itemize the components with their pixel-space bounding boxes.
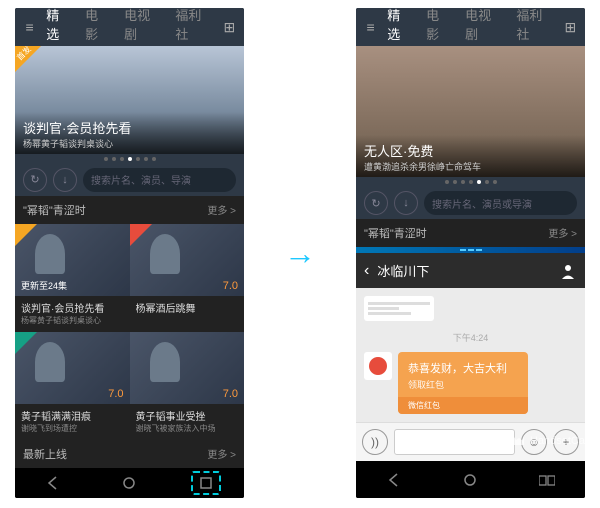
toolbar: ↻ ↓ 搜索片名、演员、导演 bbox=[15, 164, 244, 196]
menu-icon[interactable]: ≡ bbox=[360, 19, 381, 35]
chat-timestamp: 下午4:24 bbox=[364, 331, 577, 344]
tab-featured[interactable]: 精选 bbox=[46, 8, 71, 49]
home-button[interactable] bbox=[455, 468, 485, 492]
video-card[interactable]: 7.0 杨幂酒后跳舞 bbox=[130, 224, 245, 332]
card-title: 谈判官·会员抢先看 bbox=[21, 300, 124, 315]
message-row: 恭喜发财，大吉大利 领取红包 微信红包 bbox=[364, 352, 577, 414]
hero-subtitle: 杨幂黄子韬谈判桌谈心 bbox=[23, 137, 236, 150]
link-card[interactable] bbox=[364, 296, 434, 321]
more-link[interactable]: 更多 > bbox=[548, 225, 577, 241]
section-title: "幂韬"青涩时 bbox=[364, 225, 427, 241]
episode-label: 更新至24集 bbox=[21, 279, 67, 292]
chat-body[interactable]: 下午4:24 恭喜发财，大吉大利 领取红包 微信红包 bbox=[356, 288, 585, 422]
section-header-latest: 最新上线 更多 > bbox=[15, 440, 244, 468]
history-icon[interactable]: ↻ bbox=[23, 168, 47, 192]
hero-title: 谈判官·会员抢先看 bbox=[23, 118, 236, 137]
voice-icon[interactable]: )) bbox=[362, 429, 388, 455]
rating-label: 7.0 bbox=[223, 280, 238, 292]
card-title: 黄子韬满满泪痕 bbox=[21, 408, 124, 423]
phone-left: ≡ 精选 电影 电视剧 福利社 ⊞ 首发 谈判官·会员抢先看 杨幂黄子韬谈判桌谈… bbox=[15, 8, 244, 498]
hero-caption: 谈判官·会员抢先看 杨幂黄子韬谈判桌谈心 bbox=[15, 112, 244, 154]
nav-tabs: 精选 电影 电视剧 福利社 bbox=[46, 8, 212, 49]
badge-icon bbox=[130, 224, 152, 246]
more-link[interactable]: 更多 > bbox=[207, 202, 236, 218]
message-input[interactable] bbox=[394, 429, 515, 455]
rating-label: 7.0 bbox=[108, 388, 123, 400]
section-title: 最新上线 bbox=[23, 446, 67, 462]
system-navbar bbox=[356, 461, 585, 498]
tab-featured[interactable]: 精选 bbox=[387, 8, 412, 49]
avatar[interactable] bbox=[364, 352, 392, 380]
top-nav: ≡ 精选 电影 电视剧 福利社 ⊞ bbox=[15, 8, 244, 46]
section-header: "幂韬"青涩时 更多 > bbox=[356, 219, 585, 247]
search-input[interactable]: 搜索片名、演员、导演 bbox=[83, 168, 236, 192]
cat-icon bbox=[512, 434, 526, 448]
video-card[interactable]: 7.0 黄子韬满满泪痕谢晓飞到场遭控 bbox=[15, 332, 130, 440]
system-navbar bbox=[15, 468, 244, 498]
video-card[interactable]: 更新至24集 谈判官·会员抢先看杨幂黄子韬谈判桌谈心 bbox=[15, 224, 130, 332]
video-card[interactable]: 7.0 黄子韬事业受挫谢晓飞被家族法入中场 bbox=[130, 332, 245, 440]
section-title: "幂韬"青涩时 bbox=[23, 202, 86, 218]
back-button[interactable] bbox=[38, 471, 68, 495]
redpack-foot: 微信红包 bbox=[398, 397, 528, 414]
toolbar: ↻ ↓ 搜索片名、演员或导演 bbox=[356, 187, 585, 219]
badge-icon bbox=[15, 332, 37, 354]
chat-contact: 冰临川下 bbox=[369, 261, 559, 280]
qr-icon[interactable]: ⊞ bbox=[560, 19, 581, 36]
back-button[interactable] bbox=[379, 468, 409, 492]
section-header: "幂韬"青涩时 更多 > bbox=[15, 196, 244, 224]
card-subtitle: 谢晓飞到场遭控 bbox=[21, 423, 124, 434]
redpack-title: 恭喜发财，大吉大利 bbox=[408, 360, 518, 376]
nav-tabs: 精选 电影 电视剧 福利社 bbox=[387, 8, 553, 49]
card-title: 杨幂酒后跳舞 bbox=[136, 300, 239, 315]
tab-welfare[interactable]: 福利社 bbox=[175, 8, 212, 49]
download-icon[interactable]: ↓ bbox=[394, 191, 418, 215]
home-button[interactable] bbox=[114, 471, 144, 495]
hero-banner[interactable]: 无人区·免费 遭黄渤追杀余男徐峥亡命驾车 bbox=[356, 46, 585, 177]
watermark-text: HandsetCat bbox=[530, 435, 588, 447]
qr-icon[interactable]: ⊞ bbox=[219, 19, 240, 36]
history-icon[interactable]: ↻ bbox=[364, 191, 388, 215]
search-input[interactable]: 搜索片名、演员或导演 bbox=[424, 191, 577, 215]
card-title: 黄子韬事业受挫 bbox=[136, 408, 239, 423]
rating-label: 7.0 bbox=[223, 388, 238, 400]
badge-icon bbox=[15, 224, 37, 246]
hero-title: 无人区·免费 bbox=[364, 141, 577, 160]
tab-tv[interactable]: 电视剧 bbox=[465, 8, 502, 49]
watermark: HandsetCat bbox=[512, 434, 588, 448]
arrow-icon: → bbox=[284, 235, 316, 272]
card-subtitle: 杨幂黄子韬谈判桌谈心 bbox=[21, 315, 124, 326]
tab-movies[interactable]: 电影 bbox=[85, 8, 110, 49]
recents-button[interactable] bbox=[191, 471, 221, 495]
recents-button[interactable] bbox=[532, 468, 562, 492]
red-packet[interactable]: 恭喜发财，大吉大利 领取红包 微信红包 bbox=[398, 352, 528, 414]
hero-banner[interactable]: 首发 谈判官·会员抢先看 杨幂黄子韬谈判桌谈心 bbox=[15, 46, 244, 154]
hero-subtitle: 遭黄渤追杀余男徐峥亡命驾车 bbox=[364, 160, 577, 173]
tab-movies[interactable]: 电影 bbox=[426, 8, 451, 49]
tab-tv[interactable]: 电视剧 bbox=[124, 8, 161, 49]
download-icon[interactable]: ↓ bbox=[53, 168, 77, 192]
card-subtitle: 谢晓飞被家族法入中场 bbox=[136, 423, 239, 434]
video-grid: 更新至24集 谈判官·会员抢先看杨幂黄子韬谈判桌谈心 7.0 杨幂酒后跳舞 7.… bbox=[15, 224, 244, 440]
more-link[interactable]: 更多 > bbox=[207, 446, 236, 462]
tab-welfare[interactable]: 福利社 bbox=[516, 8, 553, 49]
carousel-dots bbox=[356, 177, 585, 187]
hero-caption: 无人区·免费 遭黄渤追杀余男徐峥亡命驾车 bbox=[356, 135, 585, 177]
menu-icon[interactable]: ≡ bbox=[19, 19, 40, 35]
profile-icon[interactable] bbox=[559, 262, 577, 280]
chat-header: ‹ 冰临川下 bbox=[356, 253, 585, 288]
phone-right: ≡ 精选 电影 电视剧 福利社 ⊞ 无人区·免费 遭黄渤追杀余男徐峥亡命驾车 ↻… bbox=[356, 8, 585, 498]
redpack-sub: 领取红包 bbox=[408, 378, 518, 391]
top-nav: ≡ 精选 电影 电视剧 福利社 ⊞ bbox=[356, 8, 585, 46]
carousel-dots bbox=[15, 154, 244, 164]
